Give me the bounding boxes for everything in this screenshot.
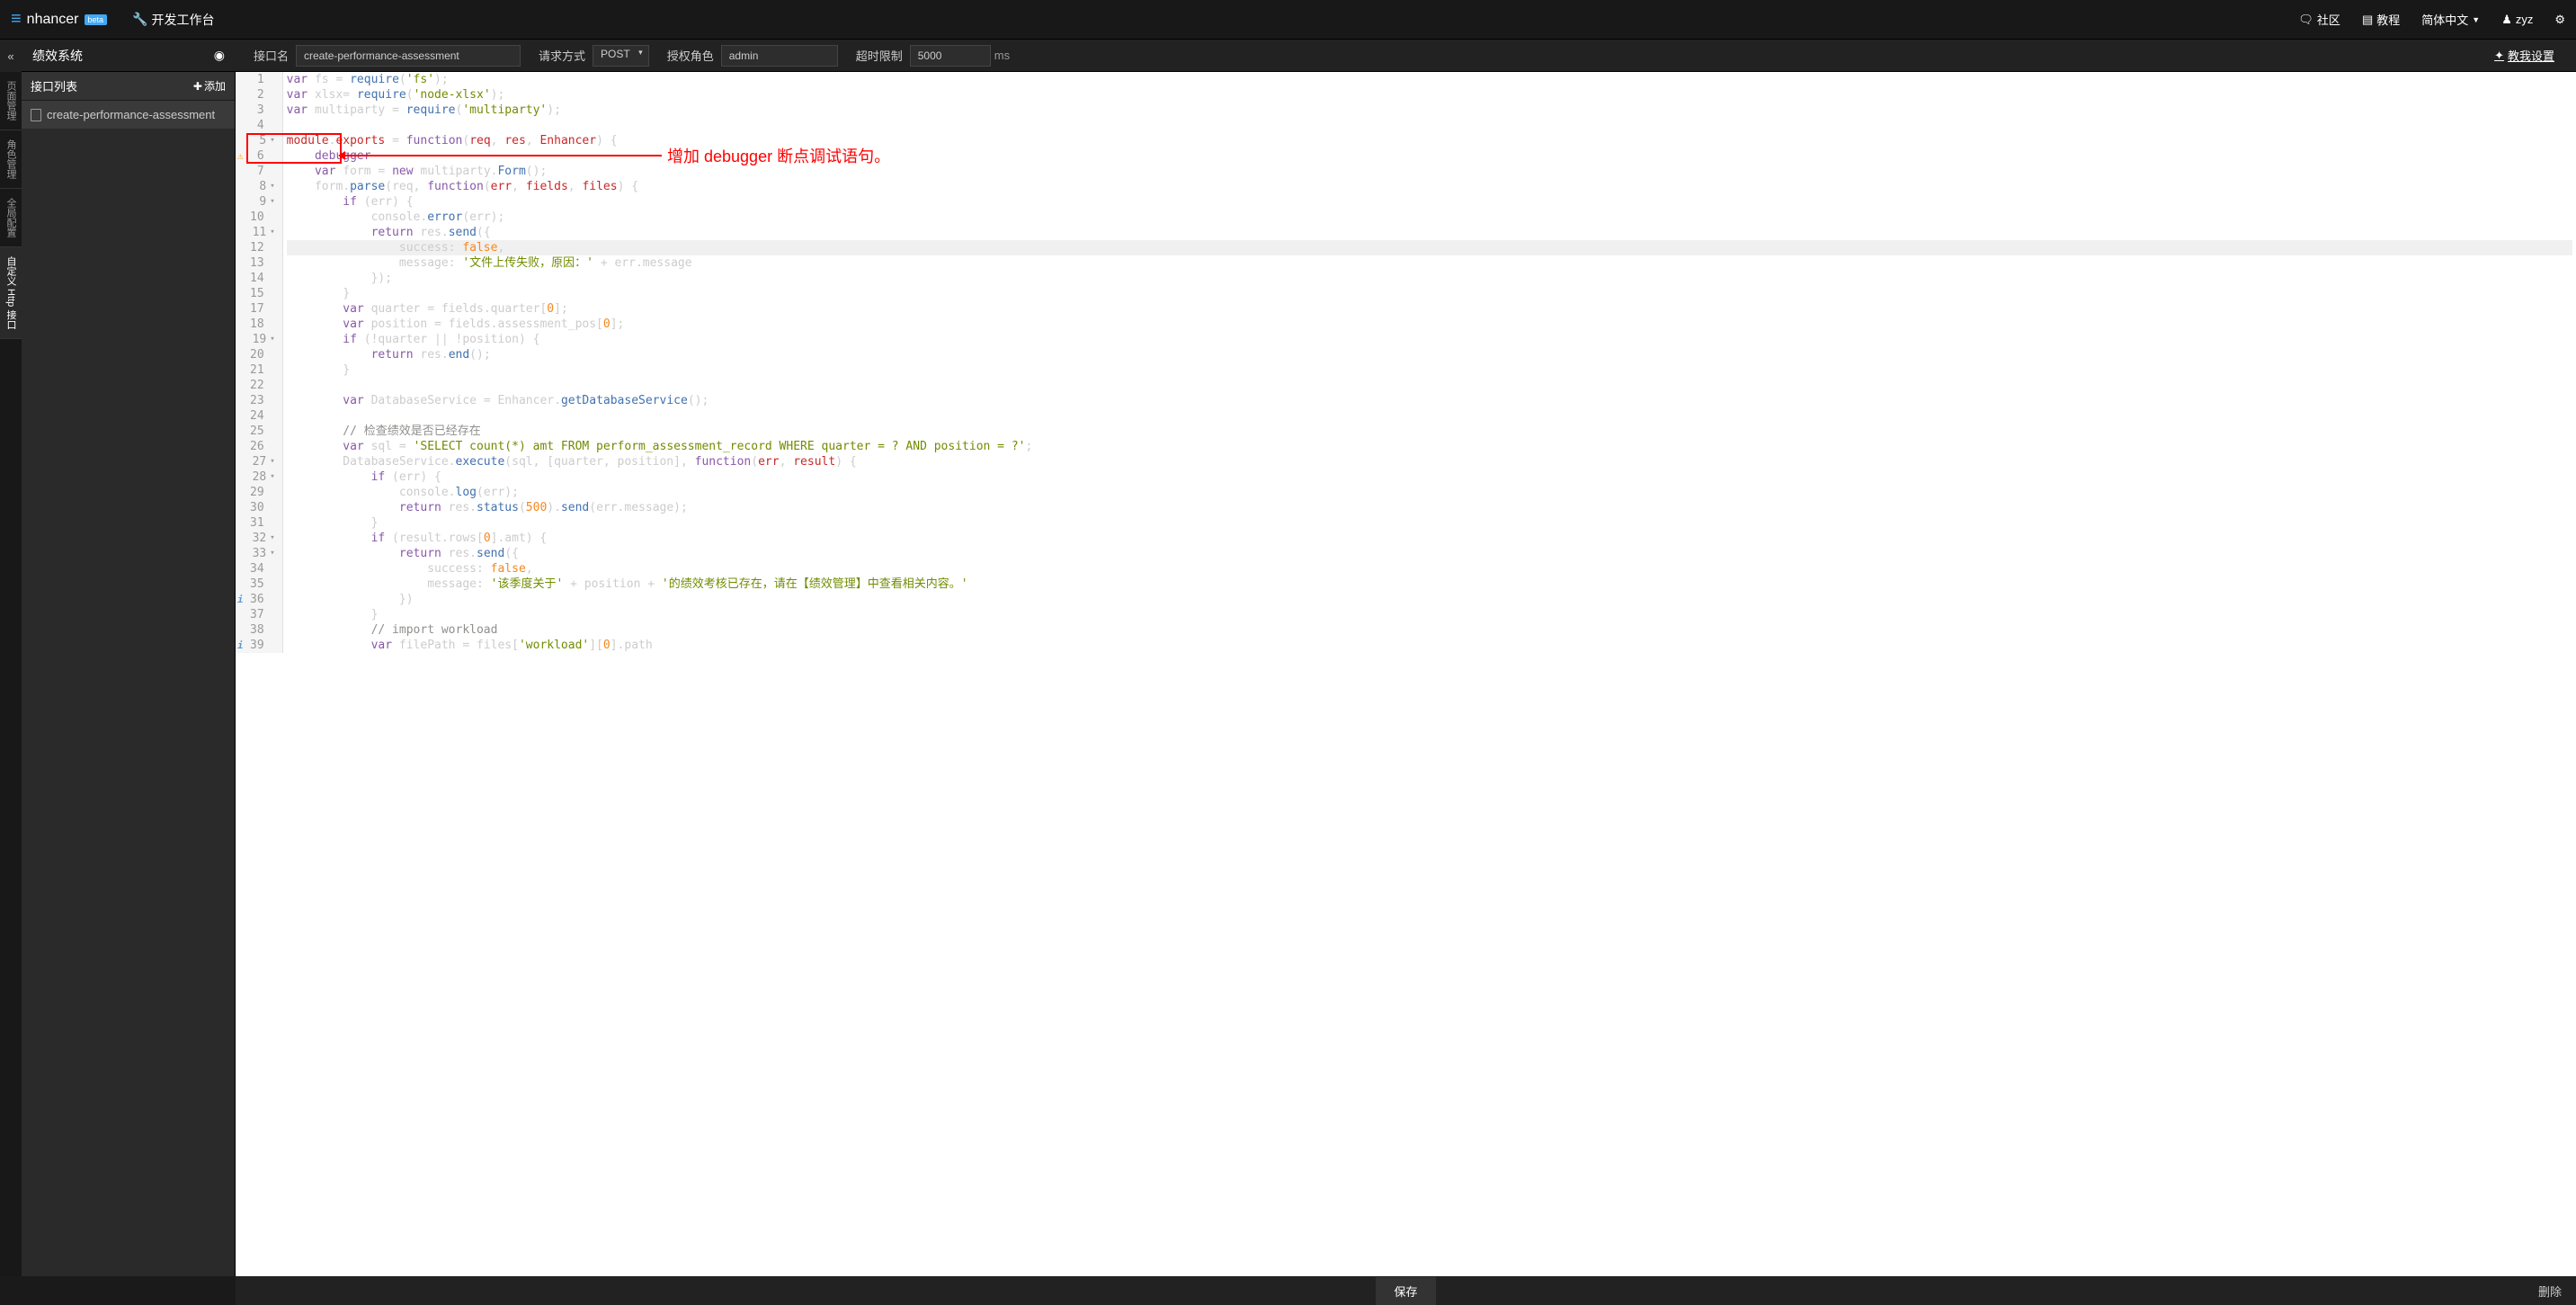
vtab-page-mgmt[interactable]: 页面管理 xyxy=(0,72,22,130)
sidebar-header: 接口列表 ✚添加 xyxy=(22,72,235,101)
community-link[interactable]: 🗨 社区 xyxy=(2298,11,2340,28)
file-icon xyxy=(31,109,41,121)
method-value: POST xyxy=(601,48,630,60)
select-caret-icon: ▾ xyxy=(638,48,643,58)
vtab-http-api[interactable]: 自定义 Http 接口 xyxy=(0,247,22,339)
sidebar-title: 接口列表 xyxy=(31,77,77,94)
api-name-input[interactable] xyxy=(296,45,521,67)
workbench-label: 开发工作台 xyxy=(151,11,214,29)
vtab-role-mgmt[interactable]: 角色管理 xyxy=(0,130,22,189)
api-name-label: 接口名 xyxy=(254,47,289,64)
add-api-button[interactable]: ✚添加 xyxy=(193,78,226,94)
caret-down-icon: ▼ xyxy=(2472,15,2480,24)
timeout-label: 超时限制 xyxy=(856,47,903,64)
tutorial-link[interactable]: ▤教程 xyxy=(2362,11,2400,28)
teach-me-label: 教我设置 xyxy=(2508,47,2554,64)
project-title: 绩效系统 xyxy=(32,47,83,65)
timeout-unit: ms xyxy=(994,49,1010,62)
book-icon: ▤ xyxy=(2362,13,2373,27)
sidebar-item-api[interactable]: create-performance-assessment xyxy=(22,101,235,129)
method-label: 请求方式 xyxy=(539,47,585,64)
user-menu[interactable]: ♟ zyz xyxy=(2501,13,2533,27)
run-button[interactable]: ◉ xyxy=(214,48,225,63)
chat-icon: 🗨 xyxy=(2298,13,2313,27)
user-label: zyz xyxy=(2516,13,2534,26)
top-bar: ≡ nhancer beta 🔧 开发工作台 🗨 社区 ▤教程 简体中文 ▼ ♟ zy… xyxy=(0,0,2576,40)
sidebar-item-label: create-performance-assessment xyxy=(47,108,215,121)
vtab-global-config[interactable]: 全局配置 xyxy=(0,189,22,247)
gear-icon: ⚙ xyxy=(2554,13,2565,27)
vertical-tabs: 页面管理 角色管理 全局配置 自定义 Http 接口 xyxy=(0,72,22,1276)
magic-icon: ✦ xyxy=(2494,49,2504,63)
plus-icon: ✚ xyxy=(193,80,202,93)
beta-badge: beta xyxy=(85,14,108,25)
sidebar: 接口列表 ✚添加 create-performance-assessment xyxy=(22,72,236,1276)
main-area: 页面管理 角色管理 全局配置 自定义 Http 接口 接口列表 ✚添加 crea… xyxy=(0,72,2576,1276)
add-label: 添加 xyxy=(204,78,226,94)
logo-text: nhancer xyxy=(27,12,79,28)
role-label: 授权角色 xyxy=(667,47,714,64)
method-select[interactable]: POST ▾ xyxy=(593,45,649,67)
community-label: 社区 xyxy=(2317,11,2340,28)
chevron-left-icon: « xyxy=(7,49,13,63)
logo[interactable]: ≡ nhancer beta xyxy=(11,9,107,30)
toolbar: « 绩效系统 ◉ 接口名 请求方式 POST ▾ 授权角色 超时限制 ms ✦ 教… xyxy=(0,40,2576,72)
user-icon: ♟ xyxy=(2501,13,2512,27)
role-input[interactable] xyxy=(721,45,838,67)
line-gutter: 12345▾⚠678▾9▾1011▾12131415171819▾2021222… xyxy=(236,72,283,653)
language-select[interactable]: 简体中文 ▼ xyxy=(2421,11,2480,28)
code-content[interactable]: var fs = require('fs');var xlsx= require… xyxy=(283,72,2576,653)
language-label: 简体中文 xyxy=(2421,11,2468,28)
settings-button[interactable]: ⚙ xyxy=(2554,13,2565,27)
tutorial-label: 教程 xyxy=(2376,11,2400,28)
collapse-sidebar-button[interactable]: « xyxy=(0,40,22,72)
save-button[interactable]: 保存 xyxy=(1376,1277,1435,1305)
logo-icon: ≡ xyxy=(11,9,22,30)
footer-bar: 保存 删除 xyxy=(236,1276,2576,1305)
project-title-bar: 绩效系统 ◉ xyxy=(22,47,236,65)
code-editor[interactable]: 12345▾⚠678▾9▾1011▾12131415171819▾2021222… xyxy=(236,72,2576,1276)
workbench-link[interactable]: 🔧 开发工作台 xyxy=(132,11,214,29)
wrench-icon: 🔧 xyxy=(132,12,147,27)
teach-me-link[interactable]: ✦ 教我设置 xyxy=(2494,47,2554,64)
delete-button[interactable]: 删除 xyxy=(2538,1283,2562,1300)
timeout-input[interactable] xyxy=(910,45,991,67)
